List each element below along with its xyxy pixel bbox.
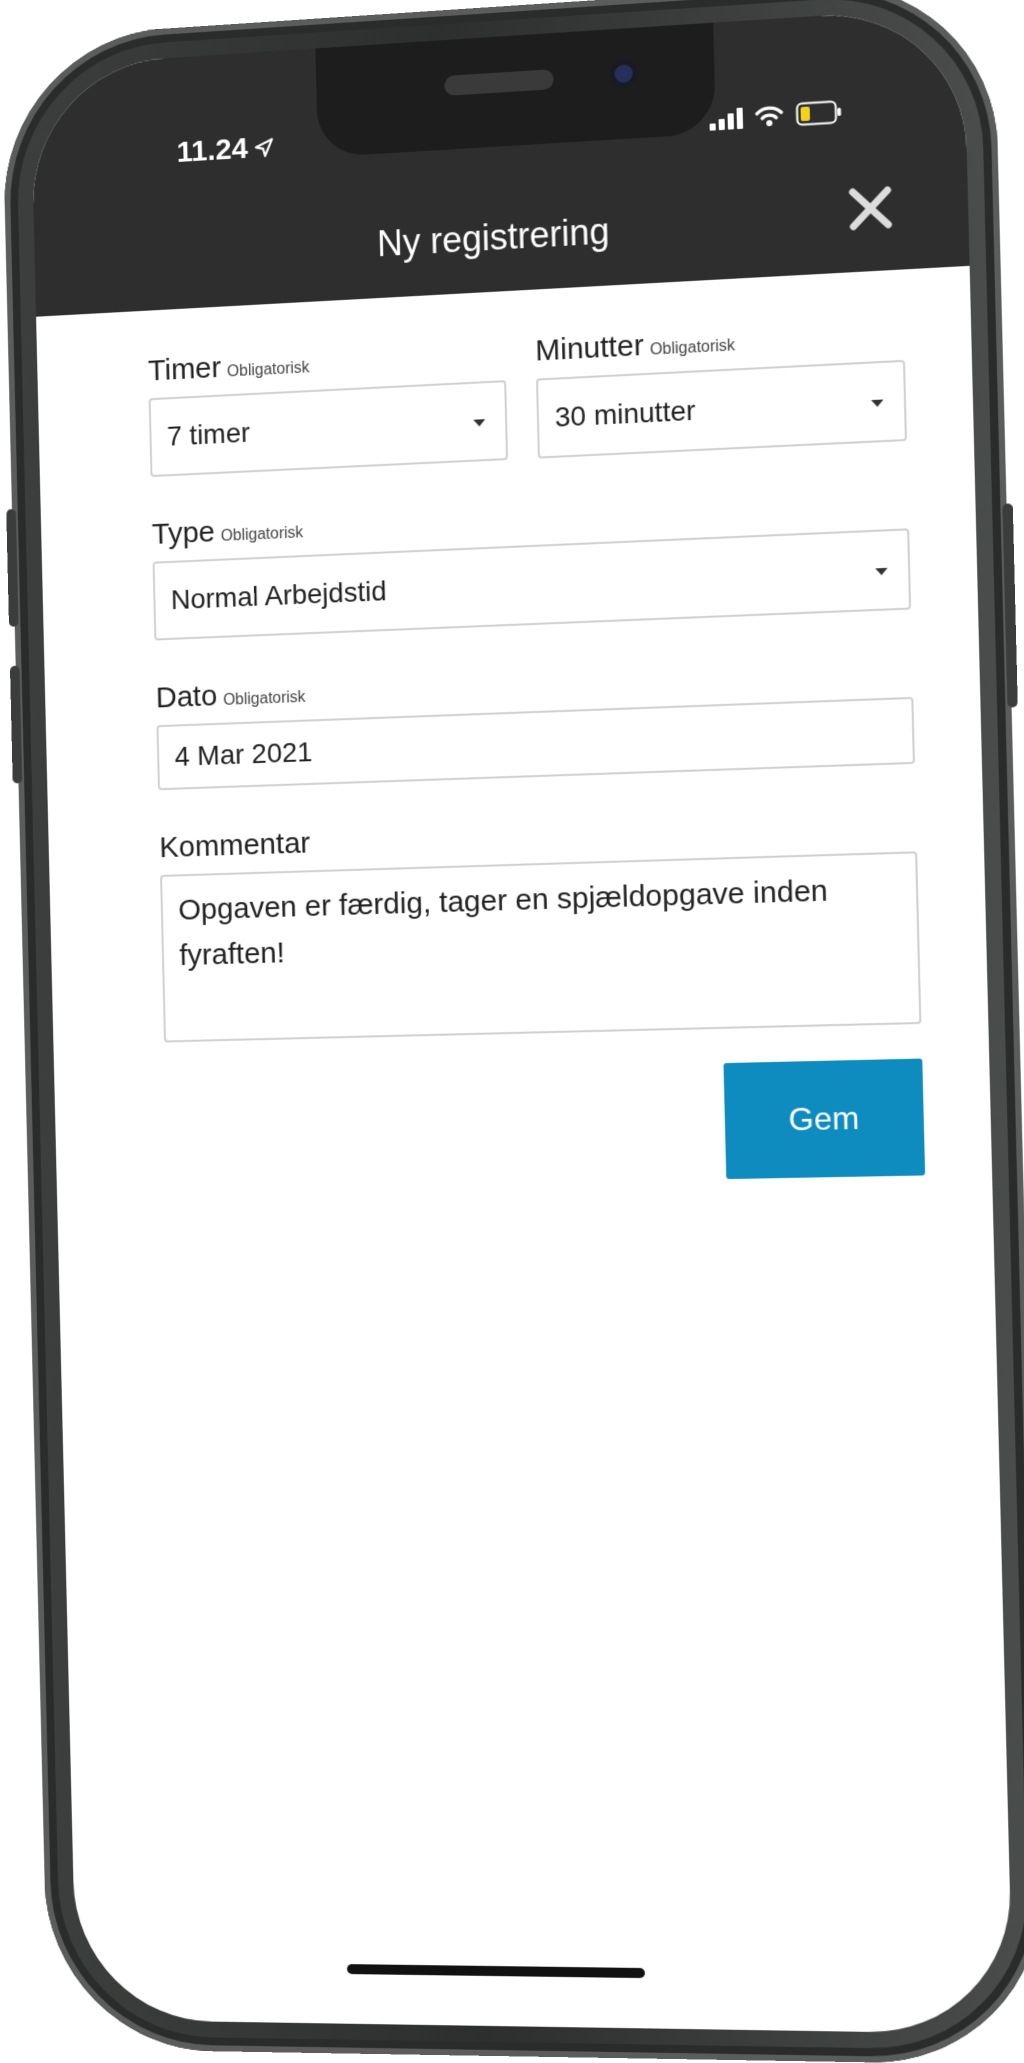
- status-icons: [709, 99, 843, 131]
- date-label-text: Dato: [155, 679, 218, 715]
- hours-field: Timer Obligatorisk 7 timer: [148, 336, 509, 478]
- phone-screen: 11.24 Ny registrering Timer Obligatorisk…: [30, 6, 1014, 2035]
- hours-label-text: Timer: [147, 351, 222, 388]
- required-hint: Obligatorisk: [222, 688, 306, 709]
- cellular-signal-icon: [709, 107, 744, 131]
- phone-device: 11.24 Ny registrering Timer Obligatorisk…: [0, 0, 1024, 2063]
- type-label-text: Type: [151, 515, 216, 551]
- home-indicator[interactable]: [346, 1964, 646, 1979]
- hours-label: Timer Obligatorisk: [148, 336, 506, 388]
- minutes-label: Minutter Obligatorisk: [535, 315, 905, 368]
- page-title: Ny registrering: [376, 210, 610, 265]
- front-camera: [608, 57, 640, 90]
- required-hint: Obligatorisk: [649, 337, 736, 359]
- minutes-label-text: Minutter: [534, 328, 645, 368]
- save-button[interactable]: Gem: [723, 1058, 926, 1180]
- chevron-down-icon: [875, 567, 888, 576]
- time-row: Timer Obligatorisk 7 timer Minutter Obliga…: [148, 315, 907, 478]
- minutes-field: Minutter Obligatorisk 30 minutter: [535, 315, 907, 459]
- status-time: 11.24: [176, 130, 275, 170]
- comment-textarea[interactable]: Opgaven er færdig, tager en spjældopgave…: [160, 851, 922, 1043]
- required-hint: Obligatorisk: [226, 359, 310, 381]
- date-value: 4 Mar 2021: [174, 736, 313, 772]
- close-icon: [844, 182, 896, 236]
- battery-icon: [795, 99, 842, 126]
- close-button[interactable]: [844, 182, 896, 236]
- speaker-grille: [444, 69, 554, 96]
- type-value: Normal Arbejdstid: [170, 575, 387, 616]
- comment-field: Kommentar Opgaven er færdig, tager en sp…: [159, 807, 922, 1043]
- required-hint: Obligatorisk: [220, 524, 304, 545]
- type-field: Type Obligatorisk Normal Arbejdstid: [152, 484, 912, 641]
- battery-level: [800, 106, 811, 122]
- chevron-down-icon: [473, 419, 486, 427]
- status-time-text: 11.24: [176, 132, 249, 169]
- location-arrow-icon: [253, 136, 275, 159]
- chevron-down-icon: [871, 399, 884, 408]
- hours-select[interactable]: 7 timer: [148, 380, 509, 478]
- registration-form: Timer Obligatorisk 7 timer Minutter Obliga…: [148, 315, 926, 1180]
- date-field: Dato Obligatorisk 4 Mar 2021: [155, 652, 915, 791]
- wifi-icon: [755, 104, 784, 128]
- stage: 11.24 Ny registrering Timer Obligatorisk…: [0, 0, 1024, 2063]
- minutes-value: 30 minutter: [554, 394, 696, 433]
- minutes-select[interactable]: 30 minutter: [535, 359, 907, 459]
- hours-value: 7 timer: [166, 416, 251, 452]
